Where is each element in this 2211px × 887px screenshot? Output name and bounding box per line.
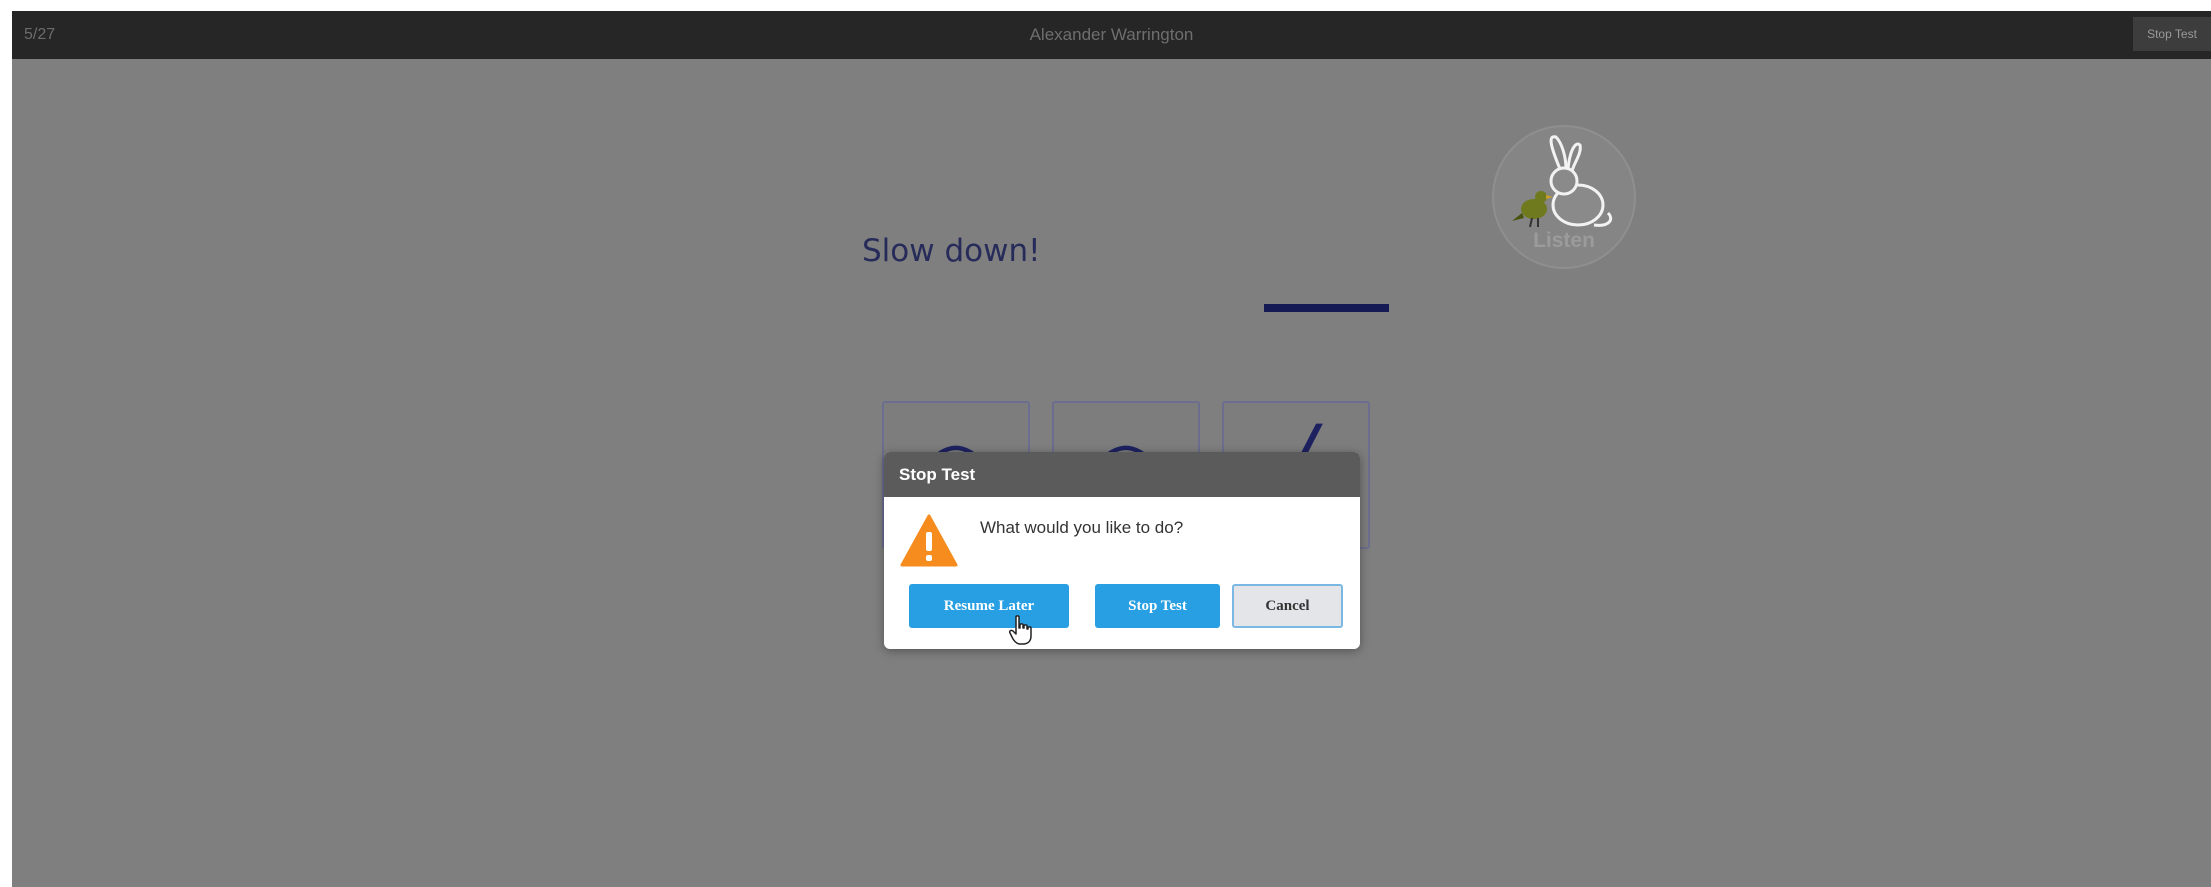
stop-test-dialog: Stop Test What would you like to do? Res… bbox=[884, 452, 1360, 649]
app-window: 5/27 Alexander Warrington Stop Test Slow… bbox=[12, 11, 2211, 887]
instruction-text: Slow down! bbox=[862, 233, 1041, 269]
warning-triangle-icon bbox=[900, 514, 958, 567]
dialog-header: Stop Test bbox=[884, 452, 1360, 497]
answer-blank bbox=[1264, 304, 1389, 312]
listen-button[interactable]: Listen bbox=[1490, 123, 1638, 271]
student-name: Alexander Warrington bbox=[1029, 25, 1194, 44]
listen-label: Listen bbox=[1533, 229, 1595, 252]
dialog-title: Stop Test bbox=[899, 465, 976, 484]
stop-test-button[interactable]: Stop Test bbox=[1095, 584, 1220, 628]
top-bar: 5/27 Alexander Warrington Stop Test bbox=[12, 11, 2211, 59]
resume-later-button[interactable]: Resume Later bbox=[909, 584, 1069, 628]
dialog-question: What would you like to do? bbox=[980, 518, 1184, 537]
hand-pointer-cursor-icon bbox=[1009, 615, 1032, 645]
cancel-button[interactable]: Cancel bbox=[1232, 584, 1343, 628]
stop-test-button-top[interactable]: Stop Test bbox=[2133, 17, 2211, 51]
